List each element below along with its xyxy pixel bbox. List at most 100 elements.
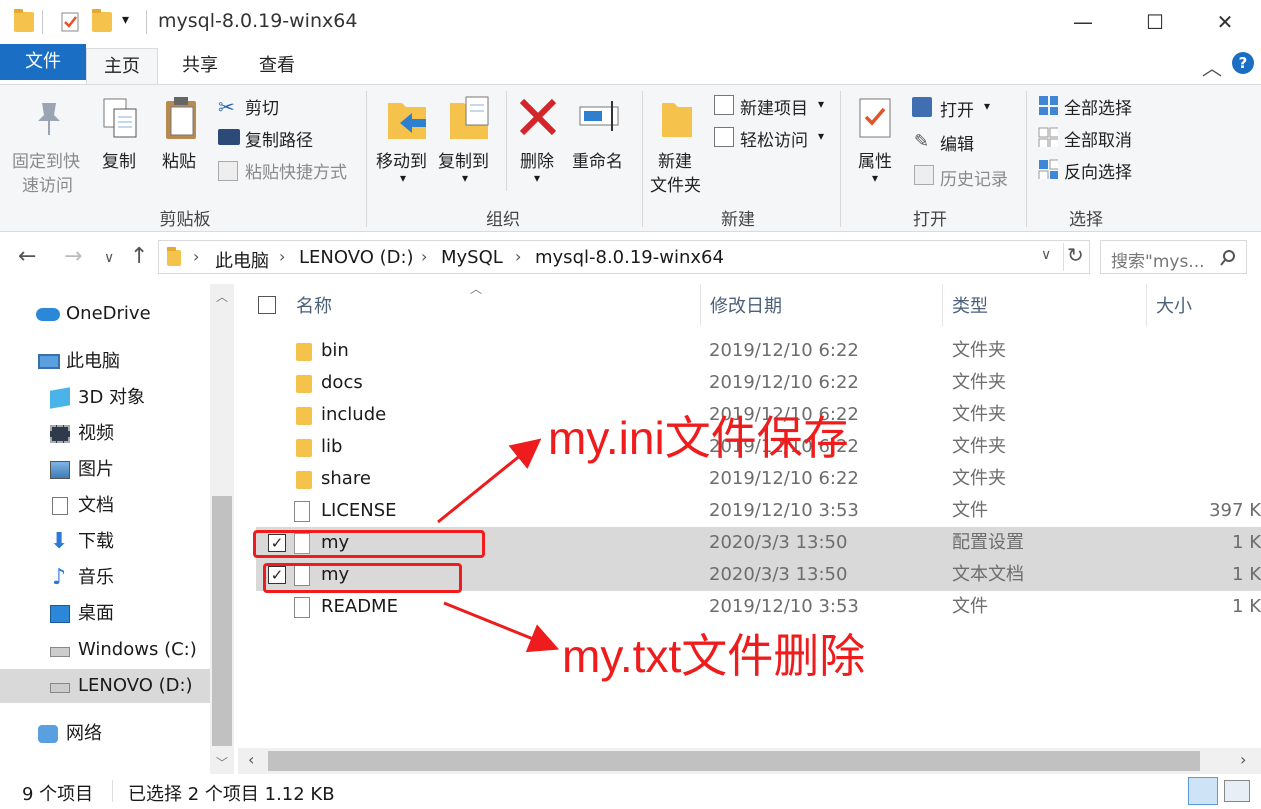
- nav-item-documents[interactable]: 文档: [0, 489, 210, 523]
- list-item[interactable]: LICENSE 2019/12/10 3:53 文件 397 K: [256, 495, 1261, 527]
- nav-item-videos[interactable]: 视频: [0, 417, 210, 451]
- nav-item-lenovo-d[interactable]: LENOVO (D:): [0, 669, 210, 703]
- column-divider[interactable]: [1146, 284, 1147, 326]
- chevron-right-icon[interactable]: ›: [421, 247, 427, 266]
- chevron-down-icon[interactable]: ▾: [818, 129, 824, 143]
- search-placeholder: 搜索"mys...: [1111, 252, 1205, 272]
- tab-home[interactable]: 主页: [86, 48, 158, 84]
- address-history-dropdown-icon[interactable]: ∨: [1041, 247, 1051, 263]
- chevron-down-icon[interactable]: ▾: [400, 171, 406, 185]
- cut-button[interactable]: 剪切: [245, 94, 279, 119]
- new-item-button[interactable]: 新建项目: [740, 94, 808, 119]
- list-item[interactable]: README 2019/12/10 3:53 文件 1 K: [256, 591, 1261, 623]
- back-arrow-icon[interactable]: ←: [18, 244, 36, 269]
- properties-button[interactable]: 属性: [858, 147, 892, 172]
- breadcrumb-drive[interactable]: LENOVO (D:): [299, 247, 414, 268]
- column-header-type[interactable]: 类型: [952, 292, 988, 318]
- column-divider[interactable]: [700, 284, 701, 326]
- open-button[interactable]: 打开: [940, 96, 974, 121]
- chevron-down-icon[interactable]: ▾: [534, 171, 540, 185]
- help-icon[interactable]: ?: [1232, 52, 1254, 74]
- chevron-down-icon[interactable]: ▾: [462, 171, 468, 185]
- group-separator: [840, 91, 841, 227]
- copy-to-button[interactable]: 复制到: [438, 147, 489, 172]
- select-none-button[interactable]: 全部取消: [1064, 126, 1132, 151]
- horizontal-scrollbar-thumb[interactable]: [268, 751, 1200, 771]
- nav-item-onedrive[interactable]: OneDrive: [0, 297, 210, 331]
- rename-button[interactable]: 重命名: [572, 147, 623, 172]
- new-folder-quick-icon[interactable]: [92, 9, 112, 32]
- move-to-button[interactable]: 移动到: [376, 147, 427, 172]
- column-header-name[interactable]: 名称: [296, 292, 332, 318]
- edit-button[interactable]: 编辑: [940, 130, 974, 155]
- chevron-down-icon[interactable]: ▾: [818, 97, 824, 111]
- scroll-down-icon[interactable]: ﹀: [216, 754, 228, 771]
- forward-arrow-icon[interactable]: →: [64, 244, 82, 269]
- large-icons-view-icon[interactable]: [1224, 780, 1250, 802]
- list-item[interactable]: docs 2019/12/10 6:22 文件夹: [256, 367, 1261, 399]
- nav-item-desktop[interactable]: 桌面: [0, 597, 210, 631]
- chevron-right-icon[interactable]: ›: [279, 247, 285, 266]
- scroll-left-icon[interactable]: ‹: [248, 750, 254, 769]
- nav-item-this-pc[interactable]: 此电脑: [0, 345, 210, 379]
- easy-access-icon: [714, 127, 734, 147]
- recent-locations-icon[interactable]: ∨: [104, 250, 114, 266]
- new-folder-label2[interactable]: 文件夹: [650, 171, 701, 196]
- search-box[interactable]: 搜索"mys...: [1100, 240, 1247, 274]
- chevron-right-icon[interactable]: ›: [515, 247, 521, 266]
- select-all-button[interactable]: 全部选择: [1064, 94, 1132, 119]
- list-item[interactable]: bin 2019/12/10 6:22 文件夹: [256, 335, 1261, 367]
- breadcrumb-current[interactable]: mysql-8.0.19-winx64: [535, 247, 724, 268]
- copy-button[interactable]: 复制: [102, 147, 136, 172]
- breadcrumb-mysql[interactable]: MySQL: [441, 247, 503, 268]
- delete-button[interactable]: 删除: [520, 147, 554, 172]
- copy-path-button[interactable]: 复制路径: [245, 126, 313, 151]
- nav-item-downloads[interactable]: ⬇ 下载: [0, 525, 210, 559]
- pin-to-quick-access-label1[interactable]: 固定到快: [12, 147, 80, 172]
- network-icon: [38, 725, 58, 743]
- nav-scrollbar-thumb[interactable]: [212, 496, 232, 746]
- properties-quick-icon[interactable]: [60, 11, 82, 33]
- nav-item-windows-c[interactable]: Windows (C:): [0, 633, 210, 667]
- scroll-up-icon[interactable]: ︿: [216, 288, 228, 305]
- invert-selection-button[interactable]: 反向选择: [1064, 158, 1132, 183]
- horizontal-scrollbar[interactable]: ‹ ›: [238, 748, 1261, 774]
- chevron-down-icon[interactable]: ▾: [984, 99, 990, 113]
- maximize-button[interactable]: ☐: [1130, 6, 1180, 38]
- easy-access-button[interactable]: 轻松访问: [740, 126, 808, 151]
- file-type: 文件夹: [952, 340, 1006, 361]
- paste-button[interactable]: 粘贴: [162, 147, 196, 172]
- history-button[interactable]: 历史记录: [940, 165, 1008, 190]
- tab-share[interactable]: 共享: [168, 48, 232, 84]
- minimize-button[interactable]: —: [1058, 6, 1108, 38]
- chevron-down-icon[interactable]: ▾: [872, 171, 878, 185]
- new-folder-label1[interactable]: 新建: [658, 147, 692, 172]
- scroll-right-icon[interactable]: ›: [1240, 750, 1246, 769]
- nav-item-pictures[interactable]: 图片: [0, 453, 210, 487]
- ribbon: 固定到快 速访问 复制 粘贴 ✂ 剪切 复制路径 粘贴快捷方式 剪贴板 移动到 …: [0, 84, 1261, 232]
- close-button[interactable]: ✕: [1200, 6, 1250, 38]
- pin-to-quick-access-label2[interactable]: 速访问: [22, 171, 73, 196]
- customize-quick-access-icon[interactable]: ▾: [122, 12, 129, 28]
- tab-file[interactable]: 文件: [0, 44, 86, 80]
- collapse-ribbon-icon[interactable]: ︿: [1202, 52, 1222, 81]
- nav-item-music[interactable]: ♪ 音乐: [0, 561, 210, 595]
- nav-item-network[interactable]: 网络: [0, 717, 210, 751]
- chevron-right-icon[interactable]: ›: [193, 247, 199, 266]
- breadcrumb-this-pc[interactable]: 此电脑: [215, 247, 269, 273]
- folder-icon: [296, 375, 312, 393]
- column-divider[interactable]: [942, 284, 943, 326]
- select-all-checkbox[interactable]: [258, 296, 276, 314]
- tab-view[interactable]: 查看: [244, 48, 310, 84]
- address-bar[interactable]: › 此电脑 › LENOVO (D:) › MySQL › mysql-8.0.…: [158, 240, 1090, 274]
- paste-shortcut-button[interactable]: 粘贴快捷方式: [245, 158, 347, 183]
- file-name: include: [321, 404, 387, 425]
- column-header-size[interactable]: 大小: [1156, 292, 1192, 318]
- column-header-date[interactable]: 修改日期: [710, 292, 782, 318]
- details-view-icon[interactable]: [1188, 777, 1218, 805]
- search-icon[interactable]: [1219, 249, 1237, 267]
- up-arrow-icon[interactable]: ↑: [130, 244, 148, 269]
- refresh-icon[interactable]: ↻: [1067, 243, 1084, 267]
- nav-item-3d-objects[interactable]: 3D 对象: [0, 381, 210, 415]
- title-bar: ▾ mysql-8.0.19-winx64 — ☐ ✕: [0, 0, 1261, 44]
